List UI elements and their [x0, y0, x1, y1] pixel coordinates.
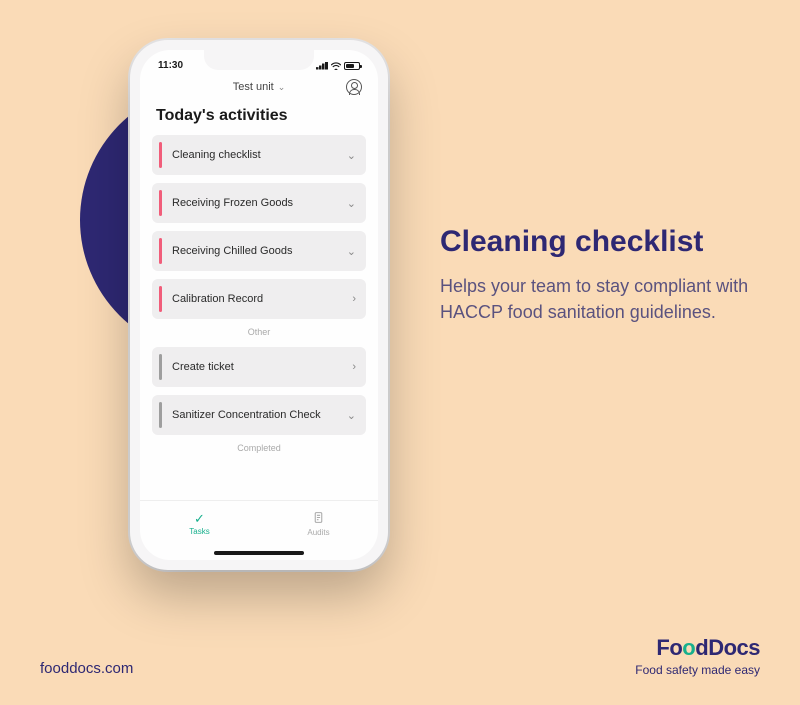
signal-icon	[316, 62, 328, 70]
footer-brand: FoodDocs Food safety made easy	[635, 635, 760, 677]
accent-bar	[159, 142, 162, 168]
activity-item-calibration[interactable]: Calibration Record ›	[152, 279, 366, 319]
unit-label: Test unit	[233, 81, 274, 93]
page-title: Today's activities	[140, 99, 378, 135]
item-label: Cleaning checklist	[172, 149, 347, 161]
item-label: Calibration Record	[172, 293, 352, 305]
chevron-down-icon: ⌄	[347, 245, 356, 258]
item-label: Sanitizer Concentration Check	[172, 409, 347, 421]
phone-mockup: 11:30 Test unit ⌄ Today's activities Cle…	[130, 40, 388, 570]
accent-bar	[159, 238, 162, 264]
phone-notch	[204, 50, 314, 70]
activity-item-receiving-chilled[interactable]: Receiving Chilled Goods ⌄	[152, 231, 366, 271]
tab-audits[interactable]: Audits	[259, 501, 378, 546]
activity-item-sanitizer-check[interactable]: Sanitizer Concentration Check ⌄	[152, 395, 366, 435]
clipboard-icon	[312, 511, 325, 526]
battery-icon	[344, 62, 360, 70]
section-other-label: Other	[152, 327, 366, 337]
wifi-icon	[331, 62, 341, 70]
home-indicator[interactable]	[140, 546, 378, 560]
chevron-down-icon: ⌄	[347, 409, 356, 422]
accent-bar	[159, 286, 162, 312]
phone-screen: 11:30 Test unit ⌄ Today's activities Cle…	[140, 50, 378, 560]
marketing-title: Cleaning checklist	[440, 225, 760, 259]
chevron-right-icon: ›	[352, 361, 356, 373]
accent-bar	[159, 354, 162, 380]
tab-tasks[interactable]: ✓ Tasks	[140, 501, 259, 546]
chevron-right-icon: ›	[352, 293, 356, 305]
activity-item-receiving-frozen[interactable]: Receiving Frozen Goods ⌄	[152, 183, 366, 223]
app-header: Test unit ⌄	[140, 73, 378, 99]
accent-bar	[159, 190, 162, 216]
item-label: Create ticket	[172, 361, 352, 373]
unit-selector[interactable]: Test unit ⌄	[233, 81, 286, 93]
activity-item-cleaning-checklist[interactable]: Cleaning checklist ⌄	[152, 135, 366, 175]
section-completed-label: Completed	[152, 443, 366, 453]
brand-logo: FoodDocs	[635, 635, 760, 661]
accent-bar	[159, 402, 162, 428]
activity-item-create-ticket[interactable]: Create ticket ›	[152, 347, 366, 387]
tab-label: Tasks	[189, 527, 209, 536]
item-label: Receiving Chilled Goods	[172, 245, 347, 257]
marketing-body: Helps your team to stay compliant with H…	[440, 273, 760, 325]
bottom-nav: ✓ Tasks Audits	[140, 500, 378, 546]
marketing-copy: Cleaning checklist Helps your team to st…	[440, 225, 760, 325]
footer-url: fooddocs.com	[40, 660, 133, 677]
chevron-down-icon: ⌄	[347, 197, 356, 210]
tab-label: Audits	[307, 528, 329, 537]
check-icon: ✓	[194, 512, 205, 525]
chevron-down-icon: ⌄	[347, 149, 356, 162]
activity-list: Cleaning checklist ⌄ Receiving Frozen Go…	[140, 135, 378, 500]
chevron-down-icon: ⌄	[278, 82, 286, 93]
profile-icon[interactable]	[346, 79, 362, 95]
status-time: 11:30	[158, 60, 183, 71]
item-label: Receiving Frozen Goods	[172, 197, 347, 209]
brand-tagline: Food safety made easy	[635, 663, 760, 677]
footer: fooddocs.com FoodDocs Food safety made e…	[40, 635, 760, 677]
